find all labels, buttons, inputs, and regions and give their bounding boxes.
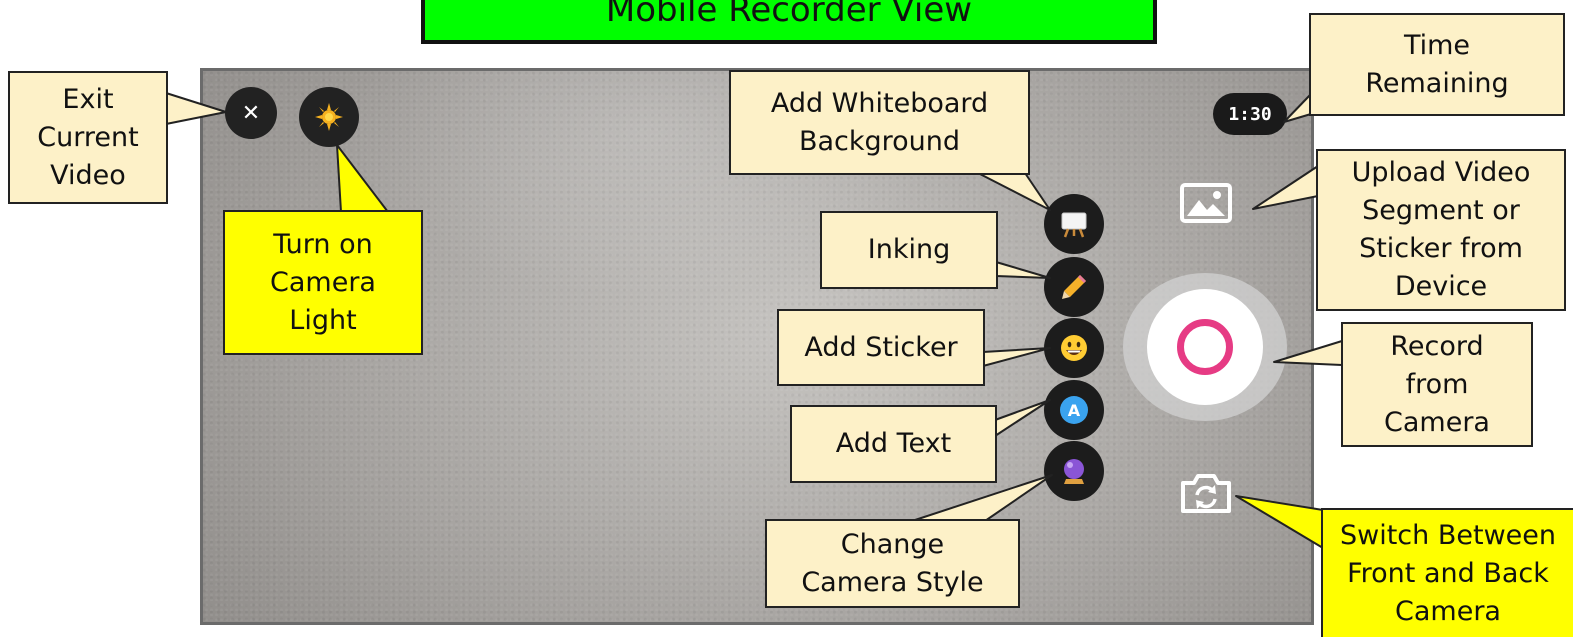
camera-switch-icon (1181, 474, 1231, 513)
smiley-icon (1061, 335, 1087, 361)
text-button[interactable]: A (1044, 380, 1104, 440)
callout-camera-light: Turn on Camera Light (223, 210, 423, 355)
whiteboard-button[interactable] (1044, 194, 1104, 254)
sun-icon (315, 103, 343, 131)
callout-inking: Inking (820, 211, 998, 289)
callout-upload-video: Upload Video Segment or Sticker from Dev… (1316, 149, 1566, 311)
callout-switch-camera: Switch Between Front and Back Camera (1321, 508, 1573, 637)
callout-exit-video: Exit Current Video (8, 71, 168, 204)
timer-value: 1:30 (1228, 103, 1272, 125)
callout-time-remaining: Time Remaining (1309, 13, 1565, 116)
camera-style-button[interactable] (1044, 441, 1104, 501)
whiteboard-icon (1061, 212, 1087, 238)
callout-record-camera: Record from Camera (1341, 322, 1533, 447)
exit-button[interactable]: ✕ (225, 87, 277, 139)
letter-a-icon: A (1060, 396, 1088, 424)
record-button[interactable] (1123, 273, 1287, 421)
callout-add-sticker: Add Sticker (777, 309, 985, 386)
callout-add-text: Add Text (790, 405, 997, 483)
page-title: Mobile Recorder View (605, 0, 973, 30)
callout-whiteboard-background: Add Whiteboard Background (729, 70, 1030, 175)
record-button-inner (1147, 289, 1263, 405)
image-icon (1180, 183, 1232, 223)
crystal-ball-icon (1064, 459, 1084, 484)
callout-camera-style: Change Camera Style (765, 519, 1020, 608)
camera-light-button[interactable] (299, 87, 359, 147)
upload-button[interactable] (1179, 182, 1233, 228)
inking-button[interactable] (1044, 257, 1104, 317)
time-remaining-badge: 1:30 (1213, 93, 1287, 135)
sticker-button[interactable] (1044, 318, 1104, 378)
pencil-icon (1062, 275, 1086, 299)
letter-a-glyph: A (1067, 400, 1081, 420)
close-icon: ✕ (241, 100, 261, 126)
switch-camera-button[interactable] (1179, 471, 1233, 519)
page-title-banner: Mobile Recorder View (421, 0, 1157, 44)
record-icon (1177, 319, 1233, 375)
